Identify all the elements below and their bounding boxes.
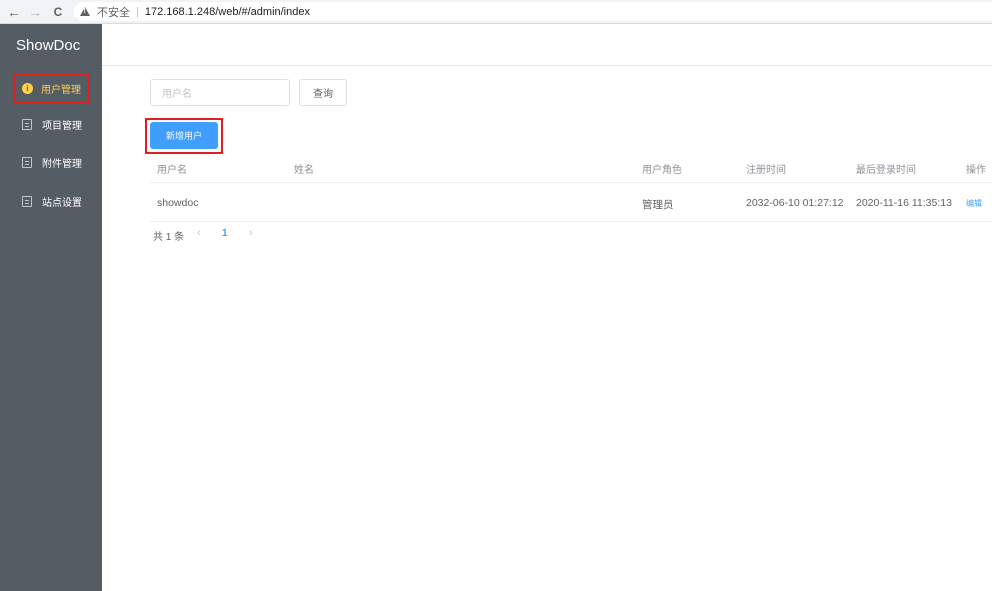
reload-icon[interactable]: C — [47, 1, 69, 23]
sidebar-item-label: 项目管理 — [42, 120, 82, 132]
url-separator: | — [136, 5, 139, 18]
sidebar-item-project-management[interactable]: 项目管理 — [0, 109, 102, 139]
forward-arrow-icon[interactable]: → — [24, 1, 46, 23]
column-header-name: 姓名 — [294, 165, 314, 176]
sidebar-item-label: 附件管理 — [42, 158, 82, 170]
brand-logo[interactable]: ShowDoc — [16, 37, 80, 54]
document-icon — [22, 118, 32, 130]
document-icon — [22, 195, 32, 207]
sidebar: ShowDoc i 用户管理 项目管理 附件管理 站点设置 — [0, 24, 102, 591]
column-header-action: 操作 — [966, 165, 986, 176]
back-arrow-icon[interactable]: ← — [3, 1, 25, 23]
pagination-prev-icon[interactable]: ‹ — [197, 227, 201, 239]
column-header-role: 用户角色 — [642, 165, 682, 176]
username-search-input[interactable]: 用户名 — [150, 79, 290, 106]
browser-toolbar: ← → C 不安全 | 172.168.1.248/web/#/admin/in… — [0, 0, 992, 24]
warning-icon — [80, 7, 90, 16]
top-header — [102, 24, 992, 66]
column-header-last-login: 最后登录时间 — [856, 165, 916, 176]
cell-registered: 2032-06-10 01:27:12 — [746, 197, 844, 209]
sidebar-item-site-settings[interactable]: 站点设置 — [0, 186, 102, 216]
pagination-total: 共 1 条 — [153, 232, 185, 243]
insecure-label: 不安全 — [97, 6, 130, 19]
add-user-button[interactable]: 新增用户 — [150, 122, 218, 149]
pagination-next-icon[interactable]: › — [249, 227, 253, 239]
sidebar-item-label: 站点设置 — [42, 197, 82, 209]
cell-role: 管理员 — [642, 199, 674, 211]
table-divider — [150, 182, 992, 183]
column-header-registered: 注册时间 — [746, 165, 786, 176]
address-bar[interactable]: 不安全 | 172.168.1.248/web/#/admin/index — [74, 2, 992, 21]
table-divider — [150, 221, 992, 222]
url-text: 172.168.1.248/web/#/admin/index — [144, 5, 310, 18]
pagination-page-1[interactable]: 1 — [222, 228, 228, 239]
column-header-username: 用户名 — [157, 165, 187, 176]
cell-last-login: 2020-11-16 11:35:13 — [856, 197, 952, 209]
search-button[interactable]: 查询 — [299, 79, 347, 106]
sidebar-item-attachment-management[interactable]: 附件管理 — [0, 147, 102, 177]
document-icon — [22, 156, 32, 168]
cell-username: showdoc — [157, 197, 199, 209]
highlight-box-sidebar — [13, 73, 90, 104]
edit-link[interactable]: 编辑 — [966, 198, 982, 209]
